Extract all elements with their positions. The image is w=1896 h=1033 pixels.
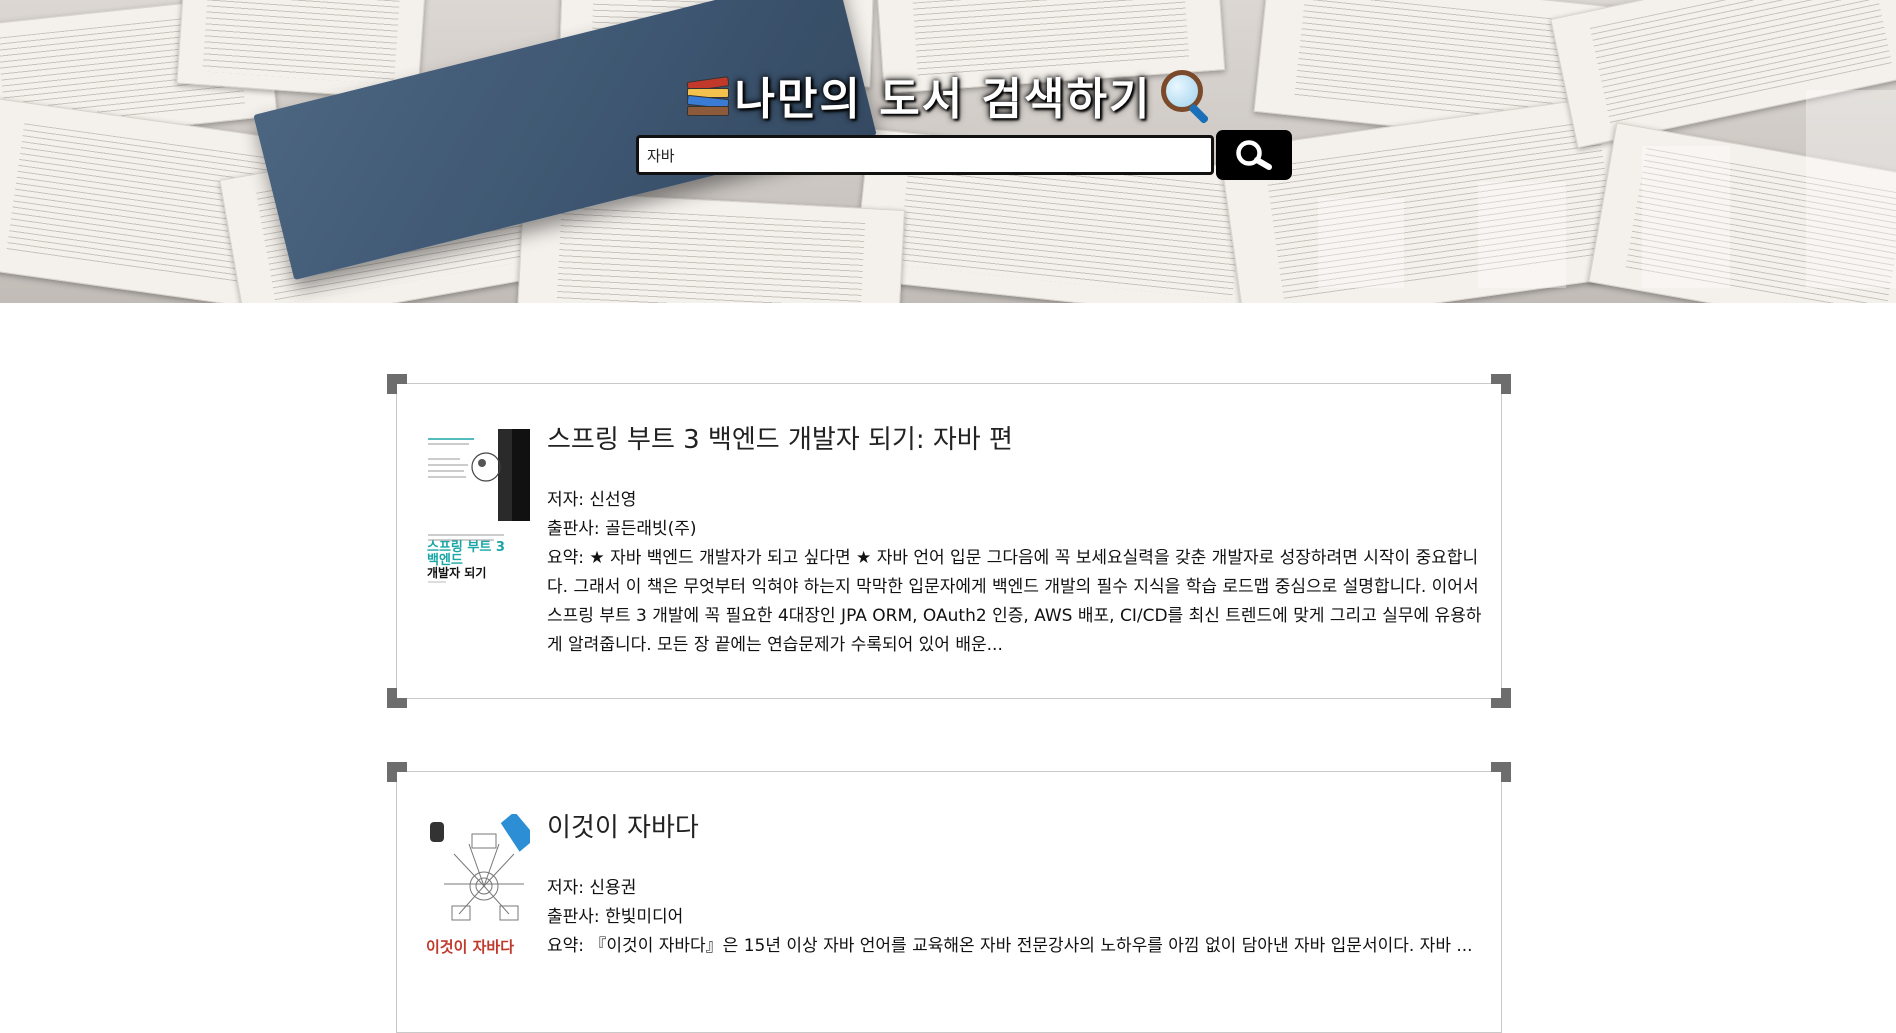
summary-label: 요약: [547, 548, 585, 568]
book-result-card[interactable]: 스프링 부트 3 백엔드 개발자 되기 스프링 부트 3 백엔드 개발자 되기:… [387, 374, 1511, 708]
book-details: 스프링 부트 3 백엔드 개발자 되기: 자바 편 저자: 신선영 출판사: 골… [547, 422, 1482, 660]
header-title-row: 나만의 도서 검색하기 [0, 60, 1896, 130]
header-banner: 나만의 도서 검색하기 [0, 0, 1896, 303]
book-result-card[interactable]: 이것이 자바다 이것이 자바다 저자: 신용권 출판사: 한빛미디어 요약: 『… [387, 762, 1511, 1033]
cover-title-line3: 개발자 되기 [427, 565, 486, 580]
search-icon [1236, 140, 1272, 170]
summary-text: ★ 자바 백엔드 개발자가 되고 싶다면 ★ 자바 언어 입문 그다음에 꼭 보… [547, 548, 1482, 655]
author-value: 신용권 [589, 878, 637, 898]
publisher-value: 한빛미디어 [605, 907, 684, 927]
author-value: 신선영 [589, 490, 637, 510]
author-label: 저자: [547, 490, 585, 510]
publisher-label: 출판사: [547, 907, 600, 927]
search-button[interactable] [1216, 130, 1292, 180]
book-cover-image[interactable]: 이것이 자바다 [424, 811, 537, 969]
page-title: 나만의 도서 검색하기 [734, 74, 1152, 125]
magnifying-glass-icon [1157, 68, 1211, 125]
book-summary: 요약: ★ 자바 백엔드 개발자가 되고 싶다면 ★ 자바 언어 입문 그다음에… [547, 544, 1482, 660]
search-results: 스프링 부트 3 백엔드 개발자 되기 스프링 부트 3 백엔드 개발자 되기:… [0, 303, 1896, 1033]
book-publisher: 출판사: 한빛미디어 [547, 903, 1482, 932]
book-summary: 요약: 『이것이 자바다』은 15년 이상 자바 언어를 교육해온 자바 전문강… [547, 932, 1482, 961]
book-author: 저자: 신용권 [547, 874, 1482, 903]
cover-title: 이것이 자바다 [426, 938, 514, 956]
publisher-label: 출판사: [547, 519, 600, 539]
summary-text: 『이것이 자바다』은 15년 이상 자바 언어를 교육해온 자바 전문강사의 노… [589, 936, 1473, 956]
publisher-value: 골든래빗(주) [605, 519, 697, 539]
book-cover-image[interactable]: 스프링 부트 3 백엔드 개발자 되기 [424, 429, 530, 584]
search-bar [636, 130, 1292, 180]
search-input[interactable] [636, 135, 1214, 175]
book-author: 저자: 신선영 [547, 486, 1482, 515]
books-stack-icon [685, 73, 730, 117]
book-title[interactable]: 스프링 부트 3 백엔드 개발자 되기: 자바 편 [547, 422, 1482, 458]
summary-label: 요약: [547, 936, 585, 956]
book-details: 이것이 자바다 저자: 신용권 출판사: 한빛미디어 요약: 『이것이 자바다』… [547, 810, 1482, 961]
author-label: 저자: [547, 878, 585, 898]
book-title[interactable]: 이것이 자바다 [547, 810, 1482, 846]
book-publisher: 출판사: 골든래빗(주) [547, 515, 1482, 544]
